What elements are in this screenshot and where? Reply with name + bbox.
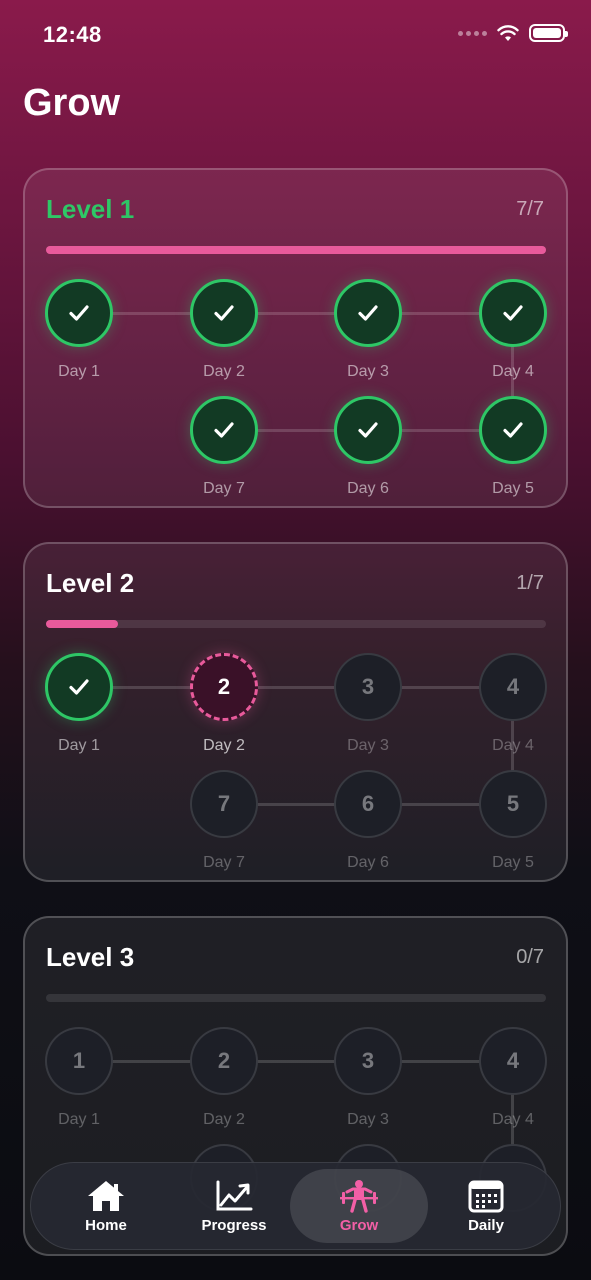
day-node-3[interactable]: 3 bbox=[334, 653, 402, 721]
battery-icon bbox=[529, 24, 568, 42]
checkmark-icon bbox=[503, 422, 523, 438]
checkmark-icon bbox=[358, 305, 378, 321]
day-node-4[interactable]: 4 bbox=[479, 653, 547, 721]
checkmark-icon bbox=[69, 305, 89, 321]
status-bar: 12:48 bbox=[0, 0, 591, 70]
level-title: Level 1 bbox=[46, 194, 135, 224]
level-progress-count: 7/7 bbox=[516, 198, 544, 220]
tab-daily[interactable]: Daily bbox=[417, 1169, 555, 1243]
checkmark-icon bbox=[358, 422, 378, 438]
day-label: Day 6 bbox=[347, 854, 389, 871]
chart-line-icon bbox=[216, 1180, 253, 1210]
day-label: Day 1 bbox=[58, 1111, 100, 1128]
status-icons bbox=[458, 24, 568, 42]
level-progress-bar bbox=[46, 246, 546, 254]
home-icon bbox=[88, 1180, 124, 1211]
day-node-4[interactable]: 4 bbox=[479, 1027, 547, 1095]
tab-grow[interactable]: Grow bbox=[290, 1169, 428, 1243]
day-label: Day 4 bbox=[492, 363, 534, 380]
level-progress-fill bbox=[46, 246, 546, 254]
path-connector bbox=[80, 686, 513, 689]
weightlifter-icon bbox=[340, 1179, 378, 1213]
tab-home[interactable]: Home bbox=[37, 1169, 175, 1243]
checkmark-icon bbox=[503, 305, 523, 321]
level-progress-bar bbox=[46, 994, 546, 1002]
day-label: Day 4 bbox=[492, 737, 534, 754]
day-node-6[interactable]: 6 bbox=[334, 770, 402, 838]
day-node-5[interactable]: 5 bbox=[479, 770, 547, 838]
tab-label: Daily bbox=[468, 1216, 504, 1234]
day-label: Day 3 bbox=[347, 1111, 389, 1128]
bottom-tab-bar: Home Progress Grow Daily bbox=[30, 1162, 561, 1250]
day-node-3[interactable]: 3 bbox=[334, 1027, 402, 1095]
day-node-4[interactable] bbox=[479, 279, 547, 347]
wifi-icon bbox=[497, 25, 519, 41]
status-time: 12:48 bbox=[43, 22, 102, 47]
tab-progress[interactable]: Progress bbox=[165, 1169, 303, 1243]
checkmark-icon bbox=[214, 422, 234, 438]
day-node-7[interactable] bbox=[190, 396, 258, 464]
path-connector bbox=[80, 1060, 513, 1063]
day-node-7[interactable]: 7 bbox=[190, 770, 258, 838]
day-node-6[interactable] bbox=[334, 396, 402, 464]
level-progress-bar bbox=[46, 620, 546, 628]
level-progress-count: 0/7 bbox=[516, 946, 544, 968]
day-node-5[interactable] bbox=[479, 396, 547, 464]
day-label: Day 1 bbox=[58, 363, 100, 380]
level-progress-fill bbox=[46, 620, 118, 628]
day-label: Day 5 bbox=[492, 854, 534, 871]
day-label: Day 3 bbox=[347, 737, 389, 754]
checkmark-icon bbox=[69, 679, 89, 695]
day-node-2[interactable] bbox=[190, 279, 258, 347]
day-label: Day 7 bbox=[203, 480, 245, 497]
day-node-1[interactable]: 1 bbox=[45, 1027, 113, 1095]
day-label: Day 7 bbox=[203, 854, 245, 871]
tab-label: Home bbox=[85, 1216, 127, 1234]
day-node-2[interactable]: 2 bbox=[190, 653, 258, 721]
day-label: Day 2 bbox=[203, 1111, 245, 1128]
level-progress-count: 1/7 bbox=[516, 572, 544, 594]
day-label: Day 6 bbox=[347, 480, 389, 497]
level-card-1: Level 1 7/7 Day 1 Day 2 Day 3 Day 4 Day … bbox=[23, 168, 568, 508]
level-title: Level 3 bbox=[46, 942, 135, 972]
calendar-icon bbox=[468, 1180, 504, 1212]
day-label: Day 1 bbox=[58, 737, 100, 754]
level-card-2: Level 2 1/7 2 3 4 7 6 5 Day 1 Day 2 Day … bbox=[23, 542, 568, 882]
tab-label: Progress bbox=[201, 1216, 267, 1234]
day-label: Day 2 bbox=[203, 363, 245, 380]
day-node-1[interactable] bbox=[45, 279, 113, 347]
checkmark-icon bbox=[214, 305, 234, 321]
day-label: Day 4 bbox=[492, 1111, 534, 1128]
day-label: Day 5 bbox=[492, 480, 534, 497]
day-label: Day 3 bbox=[347, 363, 389, 380]
page-title: Grow bbox=[23, 82, 121, 124]
day-label: Day 2 bbox=[203, 737, 245, 754]
tab-label: Grow bbox=[339, 1216, 379, 1234]
level-title: Level 2 bbox=[46, 568, 135, 598]
day-node-3[interactable] bbox=[334, 279, 402, 347]
day-node-2[interactable]: 2 bbox=[190, 1027, 258, 1095]
day-node-1[interactable] bbox=[45, 653, 113, 721]
cellular-signal-icon bbox=[458, 30, 487, 36]
path-connector bbox=[80, 312, 513, 315]
